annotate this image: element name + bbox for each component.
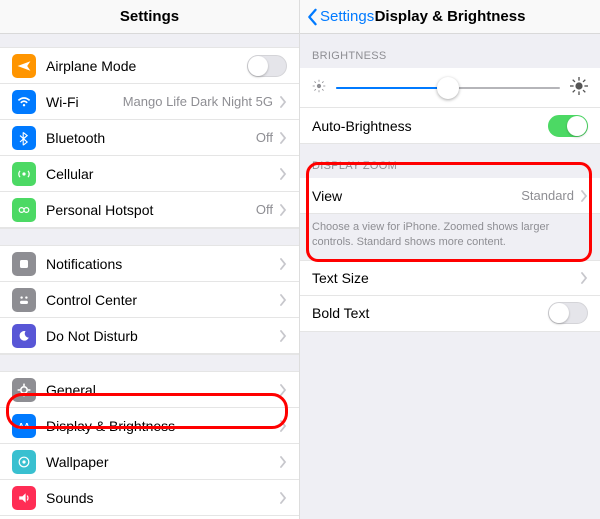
sidebar-item-display[interactable]: AA Display & Brightness (0, 408, 299, 444)
db-title: Display & Brightness (375, 8, 526, 25)
settings-pane: Settings Airplane Mode Wi-Fi Mango Life Da… (0, 0, 300, 519)
settings-list: Airplane Mode Wi-Fi Mango Life Dark Night … (0, 34, 299, 519)
chevron-right-icon (279, 384, 287, 396)
airplane-icon (12, 54, 36, 78)
back-button[interactable]: Settings (306, 8, 374, 26)
display-zoom-header: DISPLAY ZOOM (300, 144, 600, 178)
display-zoom-footer: Choose a view for iPhone. Zoomed shows l… (300, 214, 600, 260)
chevron-right-icon (279, 294, 287, 306)
sidebar-item-label: Bluetooth (46, 130, 105, 146)
sidebar-item-value: Mango Life Dark Night 5G (123, 94, 273, 109)
chevron-right-icon (279, 258, 287, 270)
sidebar-item-label: Display & Brightness (46, 418, 175, 434)
sidebar-item-value: Off (256, 202, 273, 217)
sidebar-item-controlcenter[interactable]: Control Center (0, 282, 299, 318)
auto-brightness-row[interactable]: Auto-Brightness (300, 108, 600, 144)
auto-brightness-label: Auto-Brightness (312, 118, 412, 134)
airplane-switch[interactable] (247, 55, 287, 77)
sidebar-item-wallpaper[interactable]: Wallpaper (0, 444, 299, 480)
sidebar-item-hotspot[interactable]: Personal Hotspot Off (0, 192, 299, 228)
display-brightness-pane: Settings Display & Brightness BRIGHTNESS… (300, 0, 600, 519)
chevron-right-icon (279, 132, 287, 144)
bold-text-row[interactable]: Bold Text (300, 296, 600, 332)
slider-thumb[interactable] (437, 77, 459, 99)
sidebar-item-label: Cellular (46, 166, 93, 182)
bold-text-label: Bold Text (312, 305, 369, 321)
sidebar-item-cellular[interactable]: Cellular (0, 156, 299, 192)
brightness-header: BRIGHTNESS (300, 34, 600, 68)
back-label: Settings (320, 8, 374, 25)
settings-title: Settings (120, 8, 179, 25)
chevron-right-icon (279, 330, 287, 342)
sun-small-icon (312, 79, 326, 96)
general-icon (12, 378, 36, 402)
display-icon: AA (12, 414, 36, 438)
wifi-icon (12, 90, 36, 114)
chevron-right-icon (580, 272, 588, 284)
dnd-icon (12, 324, 36, 348)
wallpaper-icon (12, 450, 36, 474)
sidebar-item-label: Do Not Disturb (46, 328, 138, 344)
sidebar-item-label: Wi-Fi (46, 94, 79, 110)
sidebar-item-airplane[interactable]: Airplane Mode (0, 48, 299, 84)
sidebar-item-dnd[interactable]: Do Not Disturb (0, 318, 299, 354)
chevron-right-icon (279, 204, 287, 216)
chevron-right-icon (279, 168, 287, 180)
view-value: Standard (521, 188, 574, 203)
text-size-label: Text Size (312, 270, 369, 286)
sidebar-item-label: Wallpaper (46, 454, 109, 470)
view-label: View (312, 188, 342, 204)
hotspot-icon (12, 198, 36, 222)
chevron-right-icon (279, 456, 287, 468)
bluetooth-icon (12, 126, 36, 150)
chevron-right-icon (279, 420, 287, 432)
view-row[interactable]: View Standard (300, 178, 600, 214)
chevron-right-icon (279, 492, 287, 504)
sidebar-item-label: Sounds (46, 490, 93, 506)
sidebar-item-label: Control Center (46, 292, 137, 308)
brightness-slider-row[interactable] (300, 68, 600, 108)
svg-text:AA: AA (18, 422, 30, 431)
sounds-icon (12, 486, 36, 510)
chevron-left-icon (306, 8, 318, 26)
cellular-icon (12, 162, 36, 186)
notifications-icon (12, 252, 36, 276)
chevron-right-icon (279, 96, 287, 108)
sidebar-item-bluetooth[interactable]: Bluetooth Off (0, 120, 299, 156)
sun-large-icon (570, 77, 588, 98)
text-size-row[interactable]: Text Size (300, 260, 600, 296)
sidebar-item-notifications[interactable]: Notifications (0, 246, 299, 282)
brightness-slider[interactable] (336, 87, 560, 89)
sidebar-item-general[interactable]: General (0, 372, 299, 408)
sidebar-item-value: Off (256, 130, 273, 145)
bold-text-switch[interactable] (548, 302, 588, 324)
auto-brightness-switch[interactable] (548, 115, 588, 137)
sidebar-item-label: Airplane Mode (46, 58, 136, 74)
sidebar-item-wifi[interactable]: Wi-Fi Mango Life Dark Night 5G (0, 84, 299, 120)
controlcenter-icon (12, 288, 36, 312)
sidebar-item-label: General (46, 382, 96, 398)
sidebar-item-label: Notifications (46, 256, 122, 272)
slider-fill (336, 87, 448, 89)
sidebar-item-label: Personal Hotspot (46, 202, 153, 218)
chevron-right-icon (580, 190, 588, 202)
settings-navbar: Settings (0, 0, 299, 34)
sidebar-item-sounds[interactable]: Sounds (0, 480, 299, 516)
db-navbar: Settings Display & Brightness (300, 0, 600, 34)
